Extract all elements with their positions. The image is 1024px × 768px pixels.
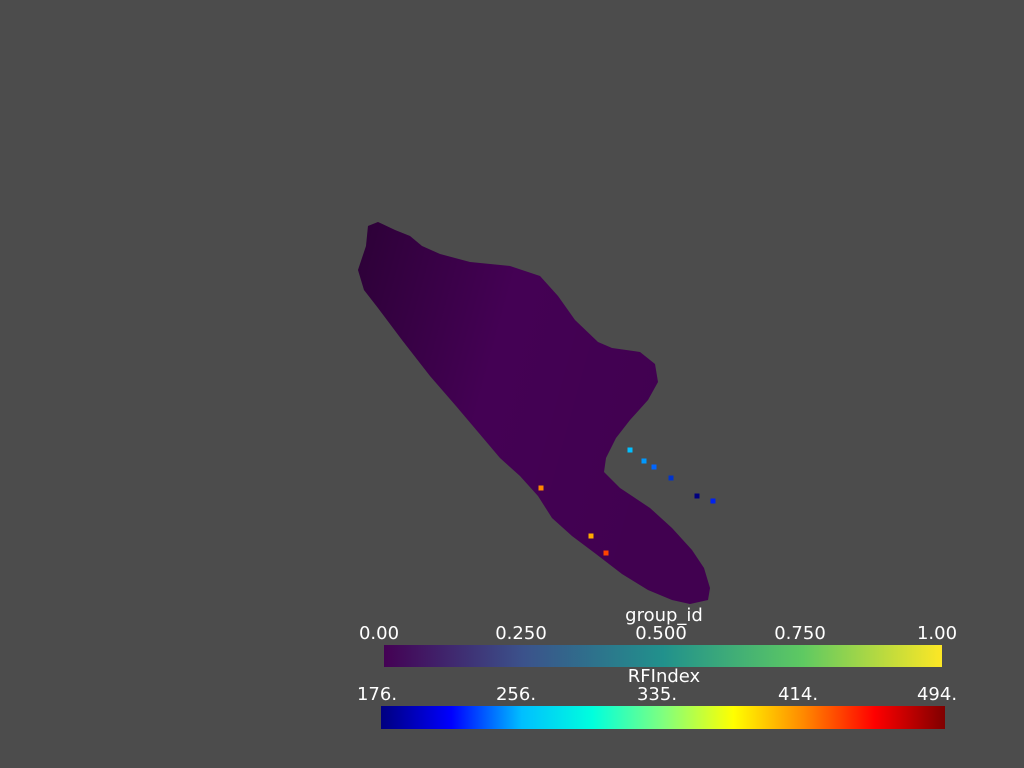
point-marker — [603, 550, 609, 556]
point-marker — [641, 458, 647, 464]
point-marker — [538, 485, 544, 491]
point-marker — [588, 533, 594, 539]
mesh-surface[interactable] — [358, 222, 710, 604]
point-marker — [627, 447, 633, 453]
3d-viewport[interactable] — [0, 0, 1024, 768]
point-marker — [651, 464, 657, 470]
point-marker — [694, 493, 700, 499]
surface-shading — [358, 222, 710, 604]
point-marker — [668, 475, 674, 481]
point-marker — [710, 498, 716, 504]
